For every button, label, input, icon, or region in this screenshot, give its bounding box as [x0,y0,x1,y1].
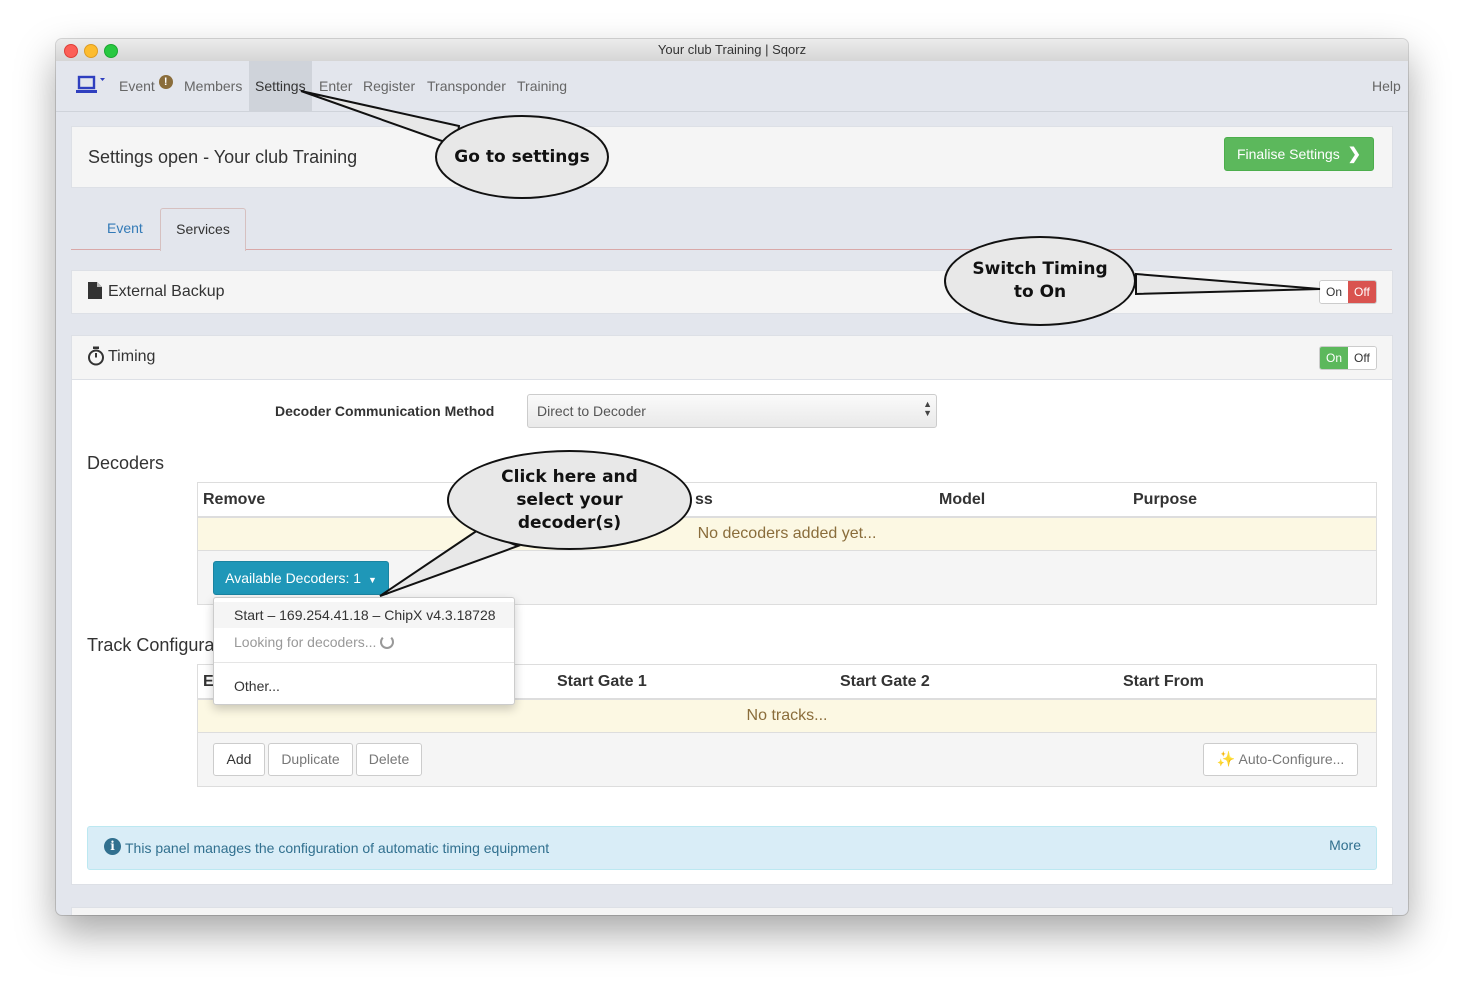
decoders-callout-text: Click here and select your decoder(s) [501,466,638,533]
switch-callout-pointer [1135,272,1321,296]
settings-callout-text: Go to settings [454,146,590,167]
switch-callout: Switch Timing to On [944,236,1136,326]
settings-callout-pointer [300,90,461,148]
decoders-callout: Click here and select your decoder(s) [447,450,692,550]
switch-callout-text: Switch Timing to On [972,259,1108,302]
settings-callout: Go to settings [435,115,609,199]
callout-pointers [300,90,1321,597]
